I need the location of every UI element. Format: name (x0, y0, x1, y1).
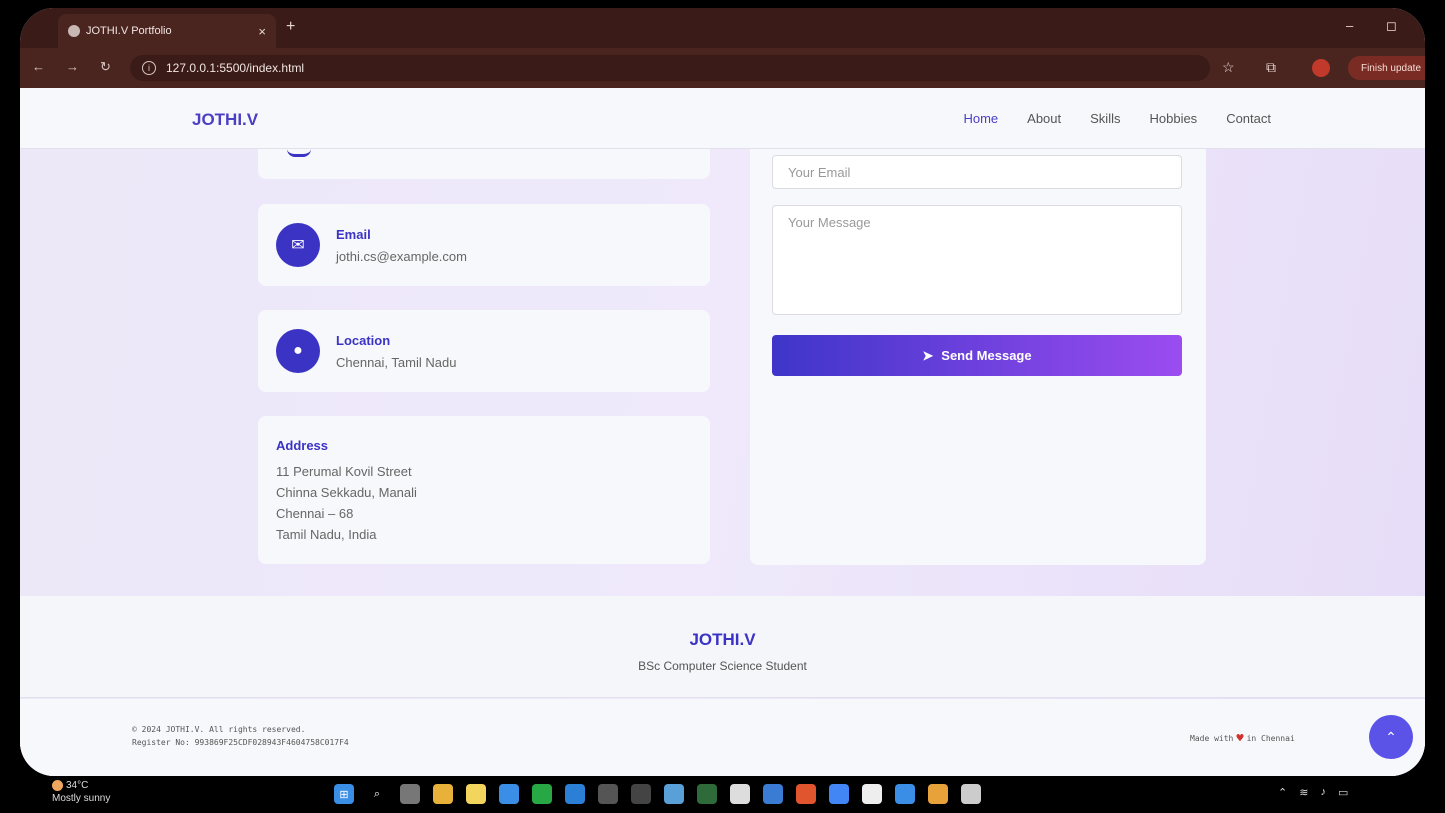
minimize-icon[interactable]: – (1346, 18, 1353, 33)
windows-start-icon[interactable]: ⊞ (334, 784, 354, 804)
site-info-icon[interactable]: i (142, 61, 156, 75)
email-title: Email (336, 227, 371, 242)
email-card: ✉ Email jothi.cs@example.com (258, 204, 710, 286)
store-icon[interactable] (466, 784, 486, 804)
app-icon[interactable] (763, 784, 783, 804)
github-icon[interactable] (598, 784, 618, 804)
profile-avatar[interactable] (1312, 59, 1330, 77)
url-text: 127.0.0.1:5500/index.html (166, 61, 305, 75)
notes-icon[interactable] (895, 784, 915, 804)
taskbar-apps: ⊞ ⌕ (334, 784, 981, 804)
location-card: ● Location Chennai, Tamil Nadu (258, 310, 710, 392)
chevron-up-icon: ⌃ (1385, 728, 1397, 745)
address-line: Chinna Sekkadu, Manali (276, 485, 417, 500)
map-pin-icon: ● (276, 329, 320, 373)
nav-link-hobbies[interactable]: Hobbies (1149, 111, 1197, 126)
notepad-icon[interactable] (961, 784, 981, 804)
browser-window: JOTHI.V Portfolio × + – ◻ ← → ↻ i 127.0.… (20, 8, 1425, 776)
reload-icon[interactable]: ↻ (100, 59, 111, 75)
nav-link-contact[interactable]: Contact (1226, 111, 1271, 126)
made-with-text: Made with ♥ in Chennai (1190, 731, 1295, 745)
weather-temp: 34°C (66, 780, 89, 791)
footer-subtitle: BSc Computer Science Student (638, 659, 807, 673)
whatsapp-icon[interactable] (532, 784, 552, 804)
address-card: Address 11 Perumal Kovil Street Chinna S… (258, 416, 710, 564)
site-navbar: JOTHI.V Home About Skills Hobbies Contac… (20, 88, 1425, 149)
battery-icon[interactable]: ▭ (1338, 786, 1348, 799)
clipboard-icon[interactable] (862, 784, 882, 804)
contact-form: Your Email Your Message ➤ Send Message (750, 149, 1206, 565)
nav-link-home[interactable]: Home (963, 111, 998, 126)
chrome-profile-icon[interactable] (928, 784, 948, 804)
footer-bottom: © 2024 JOTHI.V. All rights reserved. Reg… (20, 699, 1425, 776)
volume-icon[interactable]: ♪ (1320, 786, 1326, 799)
location-title: Location (336, 333, 391, 348)
location-value: Chennai, Tamil Nadu (336, 355, 457, 370)
restore-icon[interactable]: ◻ (1386, 18, 1397, 34)
url-input[interactable]: i 127.0.0.1:5500/index.html (130, 55, 1210, 81)
nav-link-about[interactable]: About (1027, 111, 1061, 126)
browser-tab[interactable]: JOTHI.V Portfolio × (58, 14, 276, 48)
phone-card (258, 149, 710, 179)
tab-bar: JOTHI.V Portfolio × + – ◻ (20, 8, 1425, 48)
address-line: Tamil Nadu, India (276, 527, 377, 542)
brave-icon[interactable] (796, 784, 816, 804)
copyright-text: © 2024 JOTHI.V. All rights reserved. (132, 725, 306, 734)
message-textarea[interactable]: Your Message (772, 205, 1182, 315)
notion-icon[interactable] (631, 784, 651, 804)
chrome-alt-icon[interactable] (499, 784, 519, 804)
made-prefix: Made with (1190, 733, 1234, 743)
wifi-icon[interactable]: ≋ (1299, 786, 1308, 799)
email-value[interactable]: jothi.cs@example.com (336, 249, 467, 264)
windows-taskbar: 34°C Mostly sunny ⊞ ⌕ ⌃ ≋ ♪ ▭ (0, 776, 1445, 813)
new-tab-icon[interactable]: + (286, 18, 295, 36)
settings-icon[interactable] (730, 784, 750, 804)
paper-plane-icon: ➤ (922, 347, 934, 363)
forward-icon[interactable]: → (66, 59, 79, 74)
photos-icon[interactable] (664, 784, 684, 804)
footer-brand-section: JOTHI.V BSc Computer Science Student (20, 596, 1425, 698)
finish-update-button[interactable]: Finish update (1348, 56, 1425, 80)
file-explorer-icon[interactable] (433, 784, 453, 804)
search-icon[interactable]: ⌕ (367, 784, 387, 804)
register-number: Register No: 993869F25CDF028943F4604758C… (132, 738, 349, 747)
terminal-icon[interactable] (697, 784, 717, 804)
vscode-icon[interactable] (565, 784, 585, 804)
copyright-block: © 2024 JOTHI.V. All rights reserved. Reg… (132, 723, 349, 749)
nav-links: Home About Skills Hobbies Contact (963, 111, 1271, 126)
address-line: Chennai – 68 (276, 506, 354, 521)
system-tray: ⌃ ≋ ♪ ▭ (1278, 786, 1348, 799)
send-message-label: Send Message (941, 348, 1032, 363)
extensions-icon[interactable]: ⧉ (1266, 59, 1276, 76)
address-line: 11 Perumal Kovil Street (276, 464, 412, 479)
weather-widget[interactable]: 34°C Mostly sunny (52, 779, 110, 805)
tab-title: JOTHI.V Portfolio (86, 25, 172, 37)
scroll-to-top-button[interactable]: ⌃ (1369, 715, 1413, 759)
footer-brand: JOTHI.V (689, 630, 756, 649)
site-brand[interactable]: JOTHI.V (192, 110, 258, 130)
web-page: JOTHI.V Home About Skills Hobbies Contac… (20, 88, 1425, 776)
weather-condition: Mostly sunny (52, 793, 111, 804)
phone-icon-partial (287, 149, 311, 157)
chevron-up-icon[interactable]: ⌃ (1278, 786, 1287, 799)
email-field[interactable]: Your Email (772, 155, 1182, 189)
sun-icon (52, 779, 63, 791)
address-title: Address (276, 438, 329, 453)
nav-link-skills[interactable]: Skills (1090, 111, 1120, 126)
close-tab-icon[interactable]: × (258, 24, 266, 39)
bookmark-star-icon[interactable]: ☆ (1222, 59, 1235, 76)
back-icon[interactable]: ← (32, 59, 45, 74)
send-message-button[interactable]: ➤ Send Message (772, 335, 1182, 376)
made-suffix: in Chennai (1246, 733, 1295, 743)
envelope-icon: ✉ (276, 223, 320, 267)
chrome-icon[interactable] (829, 784, 849, 804)
favicon-icon (68, 25, 80, 37)
heart-icon: ♥ (1236, 731, 1244, 745)
task-view-icon[interactable] (400, 784, 420, 804)
address-bar: ← → ↻ i 127.0.0.1:5500/index.html ☆ ⧉ Fi… (20, 48, 1425, 88)
